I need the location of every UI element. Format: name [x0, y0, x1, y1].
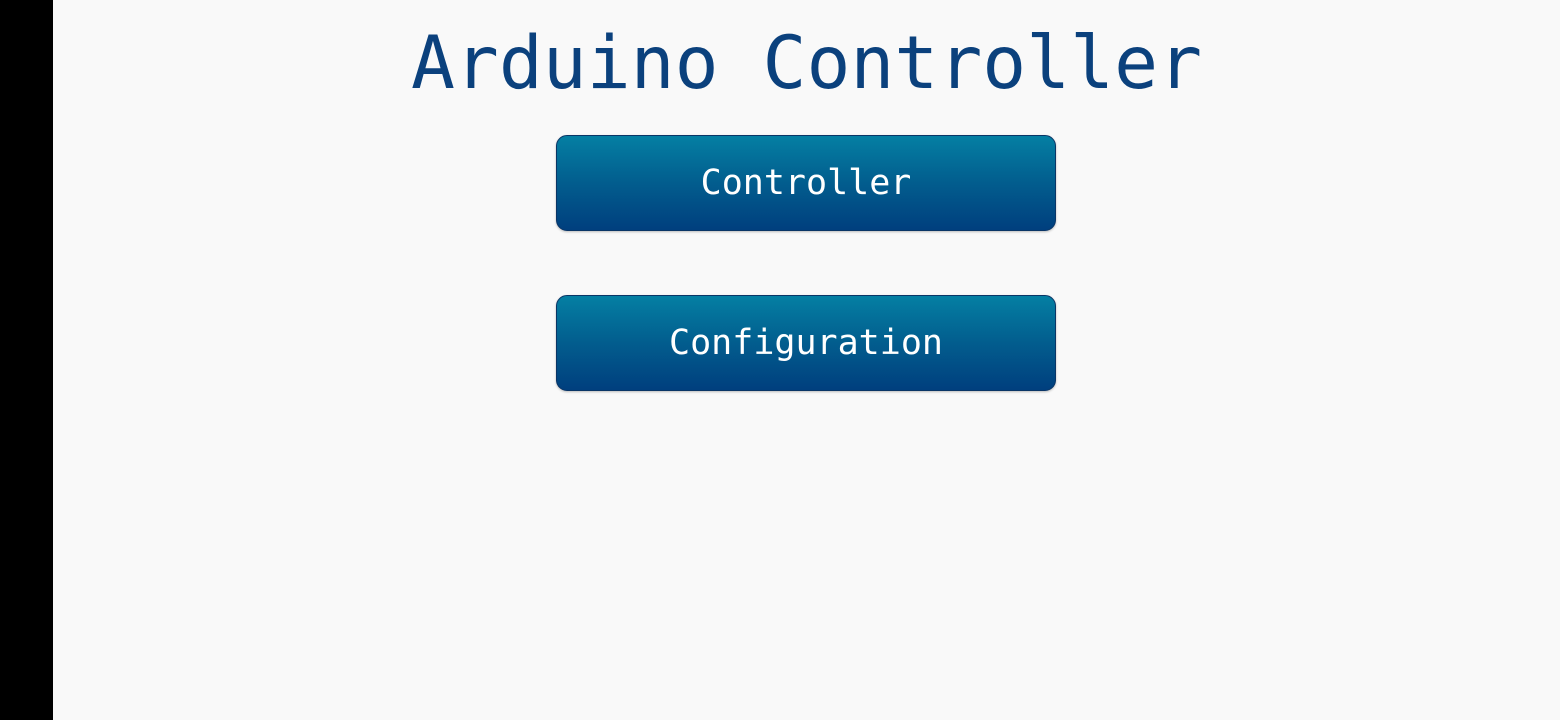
configuration-button[interactable]: Configuration — [556, 295, 1056, 391]
screen: Arduino Controller Controller Configurat… — [0, 0, 1560, 720]
page-title: Arduino Controller — [410, 21, 1203, 106]
controller-button[interactable]: Controller — [556, 135, 1056, 231]
app-main: Arduino Controller Controller Configurat… — [53, 0, 1560, 720]
left-black-bar — [0, 0, 53, 720]
